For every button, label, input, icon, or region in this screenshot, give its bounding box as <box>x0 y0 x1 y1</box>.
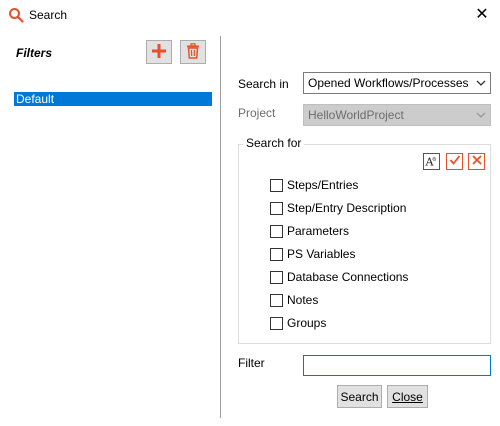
search-in-dropdown[interactable]: Opened Workflows/Processes <box>303 72 491 94</box>
close-window-button[interactable]: ✕ <box>470 4 494 26</box>
project-label: Project <box>238 106 276 120</box>
filters-heading: Filters <box>16 46 53 60</box>
project-dropdown: HelloWorldProject <box>303 104 491 126</box>
checkbox[interactable] <box>270 201 283 215</box>
delete-filter-button[interactable] <box>180 40 206 64</box>
option-label: Database Connections <box>287 270 409 284</box>
font-case-icon: A a <box>425 154 438 170</box>
option-notes[interactable]: Notes <box>270 292 318 308</box>
match-case-button[interactable]: A a <box>423 153 440 170</box>
search-button[interactable]: Search <box>337 385 382 408</box>
window-title: Search <box>29 8 68 22</box>
option-label: Step/Entry Description <box>287 201 407 215</box>
option-database-connections[interactable]: Database Connections <box>270 269 408 285</box>
search-in-value: Opened Workflows/Processes <box>308 76 469 90</box>
svg-text:a: a <box>432 154 436 162</box>
search-in-label: Search in <box>238 77 289 91</box>
checkbox[interactable] <box>270 178 283 192</box>
checkbox[interactable] <box>270 247 283 261</box>
option-groups[interactable]: Groups <box>270 315 326 331</box>
filter-label: Filter <box>238 356 265 370</box>
option-label: Steps/Entries <box>287 178 359 192</box>
check-all-icon <box>449 154 461 169</box>
chevron-down-icon <box>474 105 488 125</box>
project-value: HelloWorldProject <box>308 108 404 122</box>
uncheck-all-button[interactable] <box>468 153 485 170</box>
check-all-button[interactable] <box>446 153 463 170</box>
uncheck-all-icon <box>471 154 483 169</box>
chevron-down-icon <box>474 73 488 93</box>
add-filter-button[interactable] <box>146 40 172 64</box>
checkbox[interactable] <box>270 316 283 330</box>
option-label: Parameters <box>287 224 350 238</box>
search-icon <box>8 7 24 23</box>
option-steps-entries[interactable]: Steps/Entries <box>270 177 358 193</box>
option-label: Groups <box>287 316 327 330</box>
trash-icon <box>186 42 200 62</box>
pane-divider[interactable] <box>220 36 221 418</box>
filter-list[interactable]: Default <box>14 92 212 106</box>
checkbox[interactable] <box>270 270 283 284</box>
checkbox[interactable] <box>270 293 283 307</box>
option-parameters[interactable]: Parameters <box>270 223 349 239</box>
filter-input[interactable] <box>303 355 491 376</box>
option-label: Notes <box>287 293 319 307</box>
checkbox[interactable] <box>270 224 283 238</box>
option-step-entry-description[interactable]: Step/Entry Description <box>270 200 406 216</box>
search-for-group <box>238 144 491 344</box>
plus-icon <box>151 43 167 62</box>
search-for-legend: Search for <box>243 136 305 150</box>
filter-list-item-default[interactable]: Default <box>14 92 212 106</box>
option-label: PS Variables <box>287 247 356 261</box>
close-button[interactable]: Close <box>387 385 428 408</box>
title-bar: Search ✕ <box>0 0 500 30</box>
option-ps-variables[interactable]: PS Variables <box>270 246 355 262</box>
